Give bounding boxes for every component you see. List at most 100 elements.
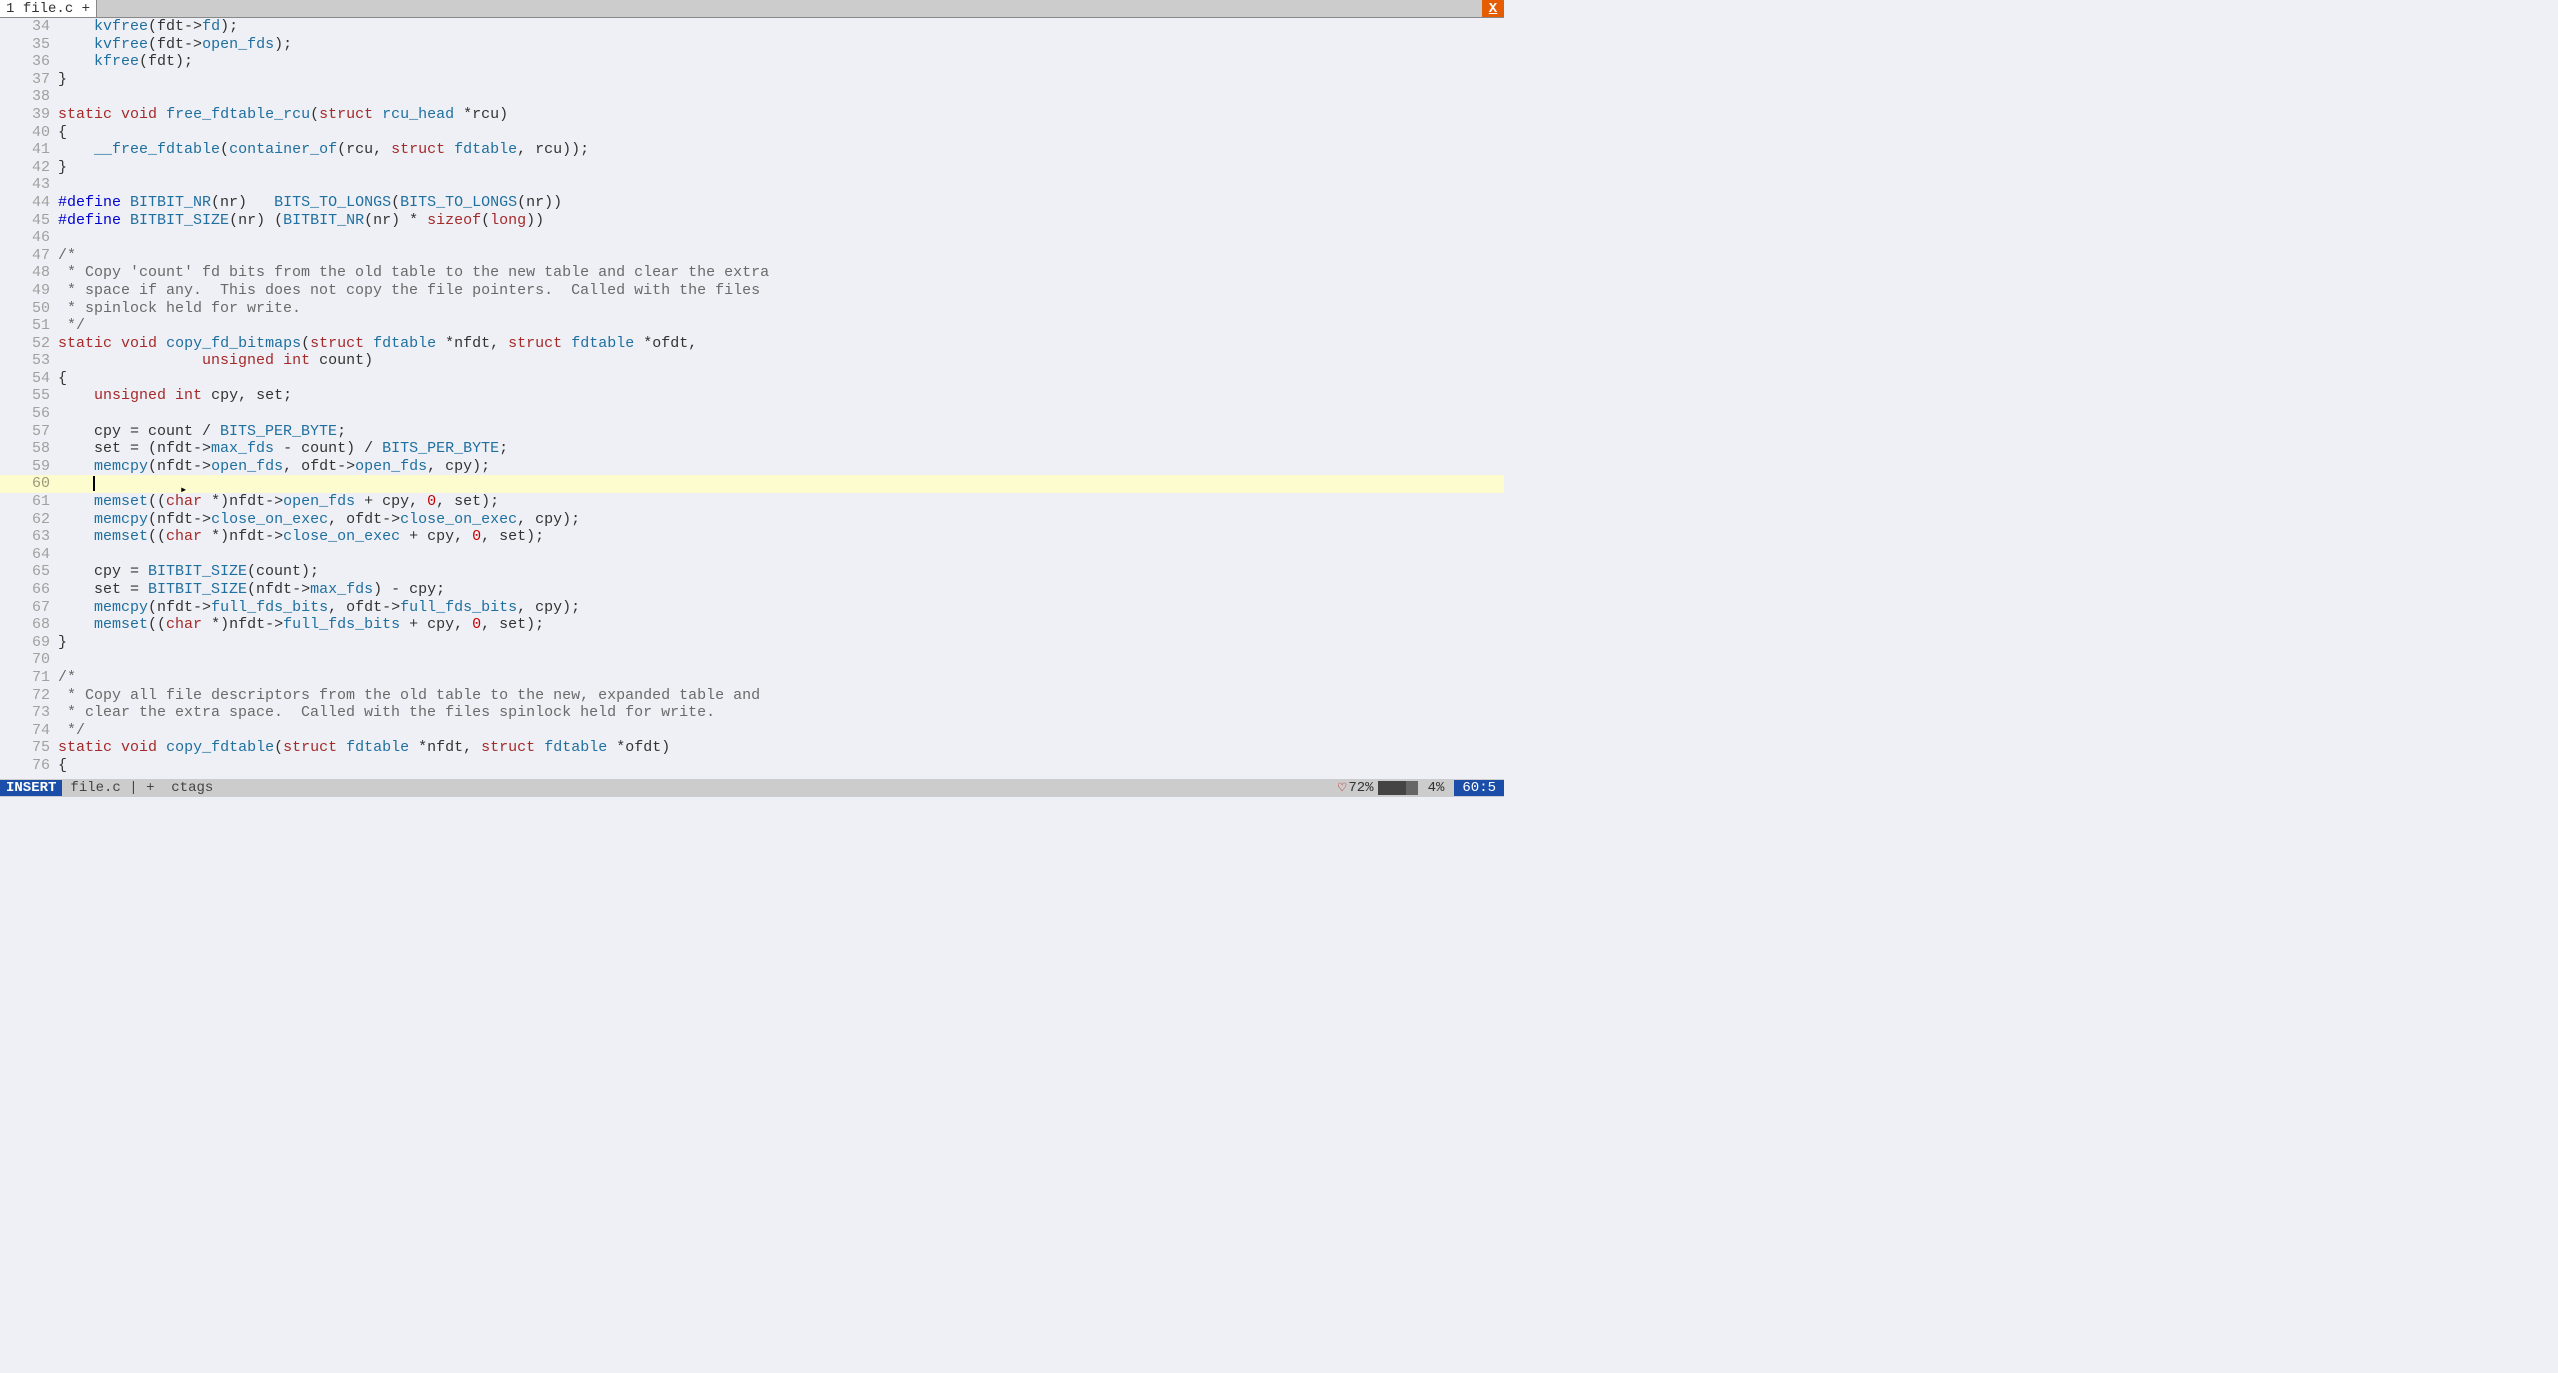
code-line[interactable]: 52static void copy_fd_bitmaps(struct fdt…: [0, 335, 1504, 353]
line-text[interactable]: /*: [58, 247, 1504, 265]
code-line[interactable]: 38: [0, 88, 1504, 106]
line-number: 41: [0, 141, 58, 159]
line-text[interactable]: }: [58, 634, 1504, 652]
code-line[interactable]: 67 memcpy(nfdt->full_fds_bits, ofdt->ful…: [0, 599, 1504, 617]
line-number: 59: [0, 458, 58, 476]
code-line[interactable]: 46: [0, 229, 1504, 247]
line-number: 47: [0, 247, 58, 265]
line-text[interactable]: memset((char *)nfdt->close_on_exec + cpy…: [58, 528, 1504, 546]
line-text[interactable]: unsigned int cpy, set;: [58, 387, 1504, 405]
code-line[interactable]: 42}: [0, 159, 1504, 177]
code-line[interactable]: 57 cpy = count / BITS_PER_BYTE;: [0, 423, 1504, 441]
code-line[interactable]: 41 __free_fdtable(container_of(rcu, stru…: [0, 141, 1504, 159]
line-text[interactable]: __free_fdtable(container_of(rcu, struct …: [58, 141, 1504, 159]
line-text[interactable]: }: [58, 71, 1504, 89]
code-line[interactable]: 51 */: [0, 317, 1504, 335]
tab-bar: 1 file.c + X: [0, 0, 1504, 18]
code-line[interactable]: 49 * space if any. This does not copy th…: [0, 282, 1504, 300]
line-text[interactable]: [58, 405, 1504, 423]
line-number: 62: [0, 511, 58, 529]
code-line[interactable]: 59 memcpy(nfdt->open_fds, ofdt->open_fds…: [0, 458, 1504, 476]
line-text[interactable]: static void copy_fd_bitmaps(struct fdtab…: [58, 335, 1504, 353]
code-line[interactable]: 37}: [0, 71, 1504, 89]
line-text[interactable]: * Copy all file descriptors from the old…: [58, 687, 1504, 705]
line-text[interactable]: #define BITBIT_SIZE(nr) (BITBIT_NR(nr) *…: [58, 212, 1504, 230]
line-text[interactable]: memcpy(nfdt->open_fds, ofdt->open_fds, c…: [58, 458, 1504, 476]
line-text[interactable]: [58, 546, 1504, 564]
code-line[interactable]: 58 set = (nfdt->max_fds - count) / BITS_…: [0, 440, 1504, 458]
tab-file[interactable]: 1 file.c +: [0, 0, 97, 17]
code-line[interactable]: 61 memset((char *)nfdt->open_fds + cpy, …: [0, 493, 1504, 511]
code-line[interactable]: 50 * spinlock held for write.: [0, 300, 1504, 318]
line-text[interactable]: static void free_fdtable_rcu(struct rcu_…: [58, 106, 1504, 124]
code-line[interactable]: 62 memcpy(nfdt->close_on_exec, ofdt->clo…: [0, 511, 1504, 529]
line-text[interactable]: kvfree(fdt->fd);: [58, 18, 1504, 36]
code-line[interactable]: 63 memset((char *)nfdt->close_on_exec + …: [0, 528, 1504, 546]
code-line[interactable]: 56: [0, 405, 1504, 423]
line-text[interactable]: * spinlock held for write.: [58, 300, 1504, 318]
line-text[interactable]: * space if any. This does not copy the f…: [58, 282, 1504, 300]
line-text[interactable]: }: [58, 159, 1504, 177]
line-text[interactable]: cpy = count / BITS_PER_BYTE;: [58, 423, 1504, 441]
line-text[interactable]: /*: [58, 669, 1504, 687]
code-line[interactable]: 53 unsigned int count): [0, 352, 1504, 370]
line-text[interactable]: [58, 229, 1504, 247]
line-text[interactable]: memset((char *)nfdt->open_fds + cpy, 0, …: [58, 493, 1504, 511]
line-text[interactable]: kvfree(fdt->open_fds);: [58, 36, 1504, 54]
code-line[interactable]: 69}: [0, 634, 1504, 652]
line-text[interactable]: {: [58, 757, 1504, 775]
code-line[interactable]: 68 memset((char *)nfdt->full_fds_bits + …: [0, 616, 1504, 634]
code-line[interactable]: 66 set = BITBIT_SIZE(nfdt->max_fds) - cp…: [0, 581, 1504, 599]
code-line[interactable]: 60: [0, 475, 1504, 493]
code-line[interactable]: 65 cpy = BITBIT_SIZE(count);: [0, 563, 1504, 581]
code-editor[interactable]: 34 kvfree(fdt->fd);35 kvfree(fdt->open_f…: [0, 18, 1504, 779]
code-line[interactable]: 74 */: [0, 722, 1504, 740]
code-line[interactable]: 71/*: [0, 669, 1504, 687]
line-text[interactable]: {: [58, 124, 1504, 142]
code-line[interactable]: 34 kvfree(fdt->fd);: [0, 18, 1504, 36]
code-line[interactable]: 75static void copy_fdtable(struct fdtabl…: [0, 739, 1504, 757]
code-line[interactable]: 35 kvfree(fdt->open_fds);: [0, 36, 1504, 54]
code-line[interactable]: 73 * clear the extra space. Called with …: [0, 704, 1504, 722]
code-line[interactable]: 55 unsigned int cpy, set;: [0, 387, 1504, 405]
line-text[interactable]: kfree(fdt);: [58, 53, 1504, 71]
code-line[interactable]: 47/*: [0, 247, 1504, 265]
line-text[interactable]: * Copy 'count' fd bits from the old tabl…: [58, 264, 1504, 282]
line-text[interactable]: */: [58, 317, 1504, 335]
line-text[interactable]: */: [58, 722, 1504, 740]
code-line[interactable]: 48 * Copy 'count' fd bits from the old t…: [0, 264, 1504, 282]
line-text[interactable]: static void copy_fdtable(struct fdtable …: [58, 739, 1504, 757]
line-text[interactable]: set = BITBIT_SIZE(nfdt->max_fds) - cpy;: [58, 581, 1504, 599]
line-text[interactable]: memset((char *)nfdt->full_fds_bits + cpy…: [58, 616, 1504, 634]
line-text[interactable]: memcpy(nfdt->full_fds_bits, ofdt->full_f…: [58, 599, 1504, 617]
code-line[interactable]: 76{: [0, 757, 1504, 775]
line-text[interactable]: [58, 88, 1504, 106]
code-line[interactable]: 45#define BITBIT_SIZE(nr) (BITBIT_NR(nr)…: [0, 212, 1504, 230]
line-text[interactable]: [58, 475, 1504, 493]
code-line[interactable]: 72 * Copy all file descriptors from the …: [0, 687, 1504, 705]
code-line[interactable]: 39static void free_fdtable_rcu(struct rc…: [0, 106, 1504, 124]
code-line[interactable]: 54{: [0, 370, 1504, 388]
code-line[interactable]: 36 kfree(fdt);: [0, 53, 1504, 71]
code-line[interactable]: 43: [0, 176, 1504, 194]
text-cursor: [93, 476, 95, 491]
line-number: 65: [0, 563, 58, 581]
line-number: 68: [0, 616, 58, 634]
code-line[interactable]: 70: [0, 651, 1504, 669]
line-text[interactable]: {: [58, 370, 1504, 388]
line-text[interactable]: * clear the extra space. Called with the…: [58, 704, 1504, 722]
line-number: 69: [0, 634, 58, 652]
code-line[interactable]: 64: [0, 546, 1504, 564]
line-text[interactable]: cpy = BITBIT_SIZE(count);: [58, 563, 1504, 581]
line-number: 61: [0, 493, 58, 511]
line-text[interactable]: set = (nfdt->max_fds - count) / BITS_PER…: [58, 440, 1504, 458]
line-text[interactable]: [58, 651, 1504, 669]
line-text[interactable]: #define BITBIT_NR(nr) BITS_TO_LONGS(BITS…: [58, 194, 1504, 212]
line-text[interactable]: unsigned int count): [58, 352, 1504, 370]
tab-close-button[interactable]: X: [1482, 0, 1504, 17]
line-number: 35: [0, 36, 58, 54]
code-line[interactable]: 44#define BITBIT_NR(nr) BITS_TO_LONGS(BI…: [0, 194, 1504, 212]
line-text[interactable]: memcpy(nfdt->close_on_exec, ofdt->close_…: [58, 511, 1504, 529]
code-line[interactable]: 40{: [0, 124, 1504, 142]
line-text[interactable]: [58, 176, 1504, 194]
